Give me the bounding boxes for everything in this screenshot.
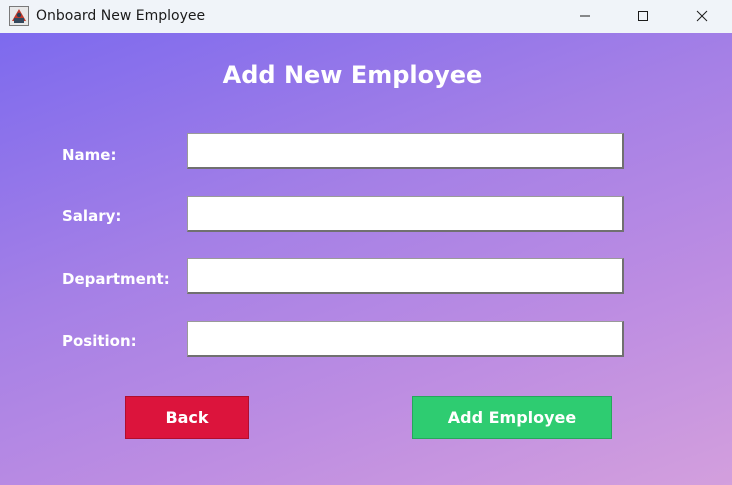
- minimize-button[interactable]: [556, 0, 614, 33]
- window-title: Onboard New Employee: [36, 8, 206, 24]
- maximize-button[interactable]: [614, 0, 672, 33]
- salary-label: Salary:: [62, 207, 122, 225]
- title-bar: Onboard New Employee: [0, 0, 732, 33]
- java-app-icon: [9, 6, 29, 26]
- back-button[interactable]: Back: [125, 396, 249, 439]
- position-input[interactable]: [187, 321, 624, 357]
- close-icon: [696, 7, 708, 26]
- app-window: Onboard New Employee Add New Employee Na…: [0, 0, 732, 485]
- name-input[interactable]: [187, 133, 624, 169]
- maximize-icon: [637, 7, 649, 26]
- form-panel: Add New Employee Name: Salary: Departmen…: [0, 33, 732, 485]
- close-button[interactable]: [673, 0, 731, 33]
- add-employee-button[interactable]: Add Employee: [412, 396, 612, 439]
- department-input[interactable]: [187, 258, 624, 294]
- minimize-icon: [579, 7, 591, 26]
- form-heading: Add New Employee: [222, 61, 483, 89]
- salary-input[interactable]: [187, 196, 624, 232]
- department-label: Department:: [62, 270, 170, 288]
- position-label: Position:: [62, 332, 137, 350]
- name-label: Name:: [62, 146, 117, 164]
